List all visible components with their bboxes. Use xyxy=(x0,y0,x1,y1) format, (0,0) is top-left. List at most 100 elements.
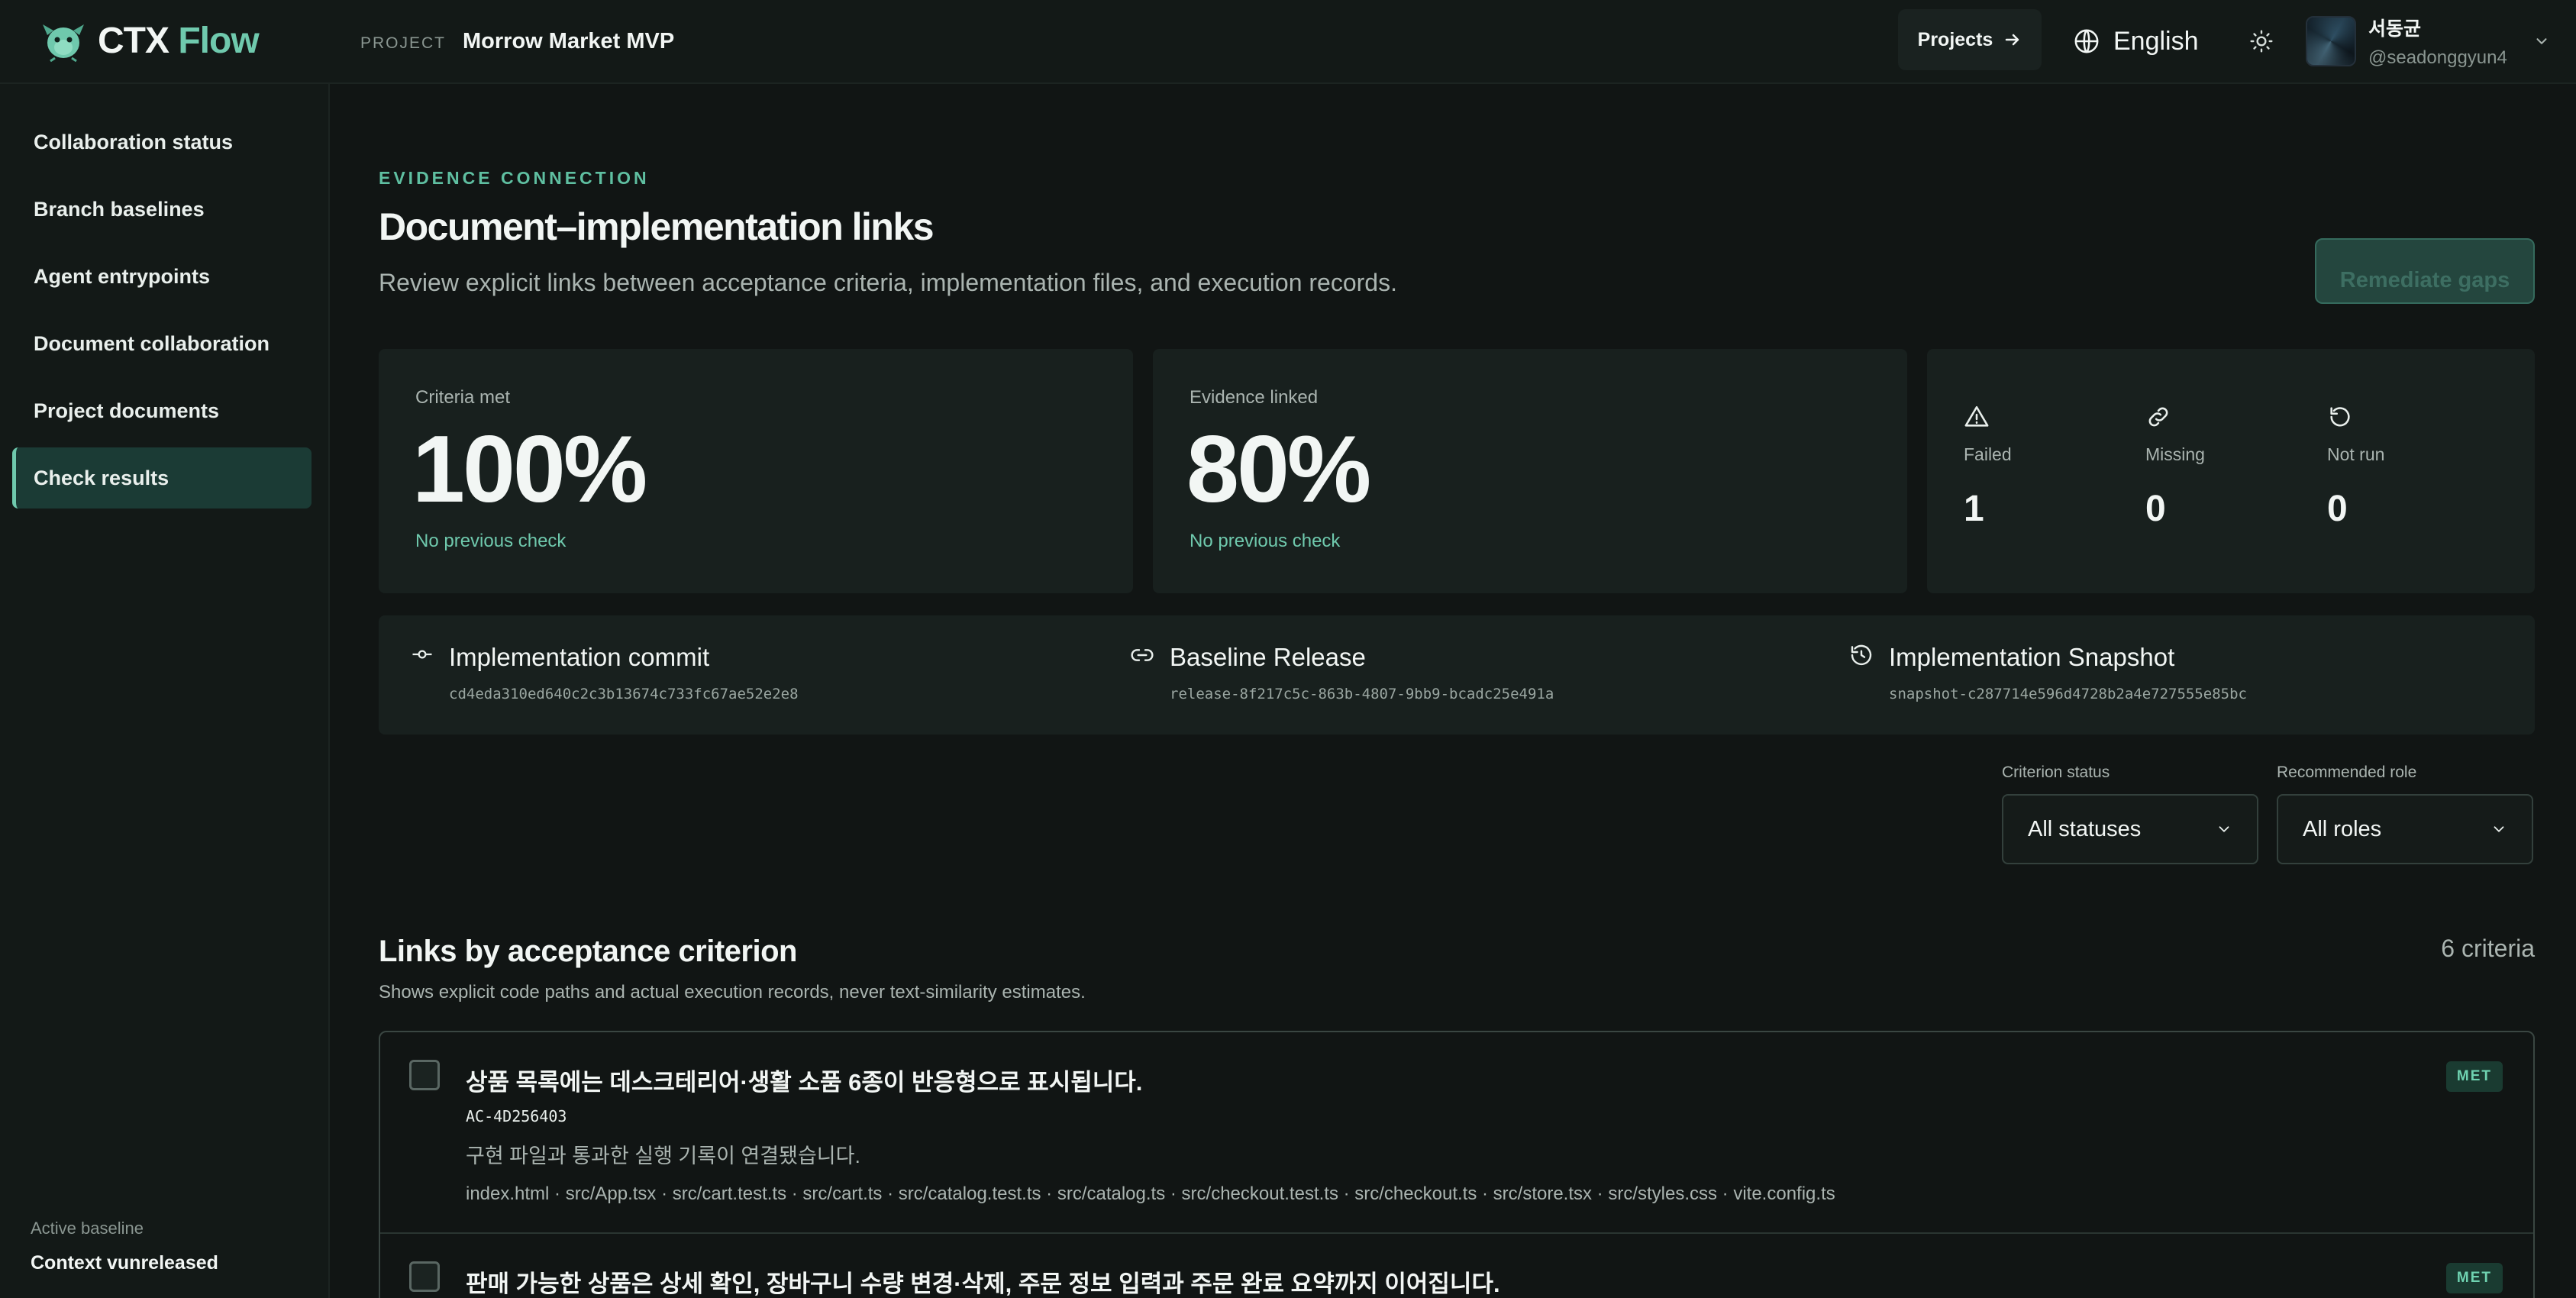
criterion-files: index.html · src/App.tsx · src/cart.test… xyxy=(466,1183,1835,1204)
criterion-id: AC-4D256403 xyxy=(466,1107,567,1125)
sun-icon xyxy=(2250,30,2273,53)
sidebar-item-label: Collaboration status xyxy=(34,130,234,153)
top-bar: CTX Flow PROJECT Morrow Market MVP Proje… xyxy=(0,0,2576,84)
warning-triangle-icon xyxy=(1964,405,1989,427)
active-baseline-label: Active baseline xyxy=(31,1219,144,1238)
check-counts-card: Failed 1 Missing 0 Not run 0 xyxy=(1927,349,2535,593)
sidebar-nav: Collaboration status Branch baselines Ag… xyxy=(12,111,312,515)
theme-toggle[interactable] xyxy=(2245,24,2278,58)
brand-logo[interactable]: CTX Flow xyxy=(40,18,260,63)
criterion-status-label: Criterion status xyxy=(2002,764,2110,781)
project-name: Morrow Market MVP xyxy=(463,29,675,53)
avatar xyxy=(2306,16,2356,66)
implementation-commit-title: Implementation commit xyxy=(449,643,710,671)
link-icon xyxy=(2148,407,2168,427)
remediate-gaps-button[interactable]: Remediate gaps xyxy=(2315,238,2535,304)
criteria-count: 6 criteria xyxy=(2441,935,2535,962)
commit-icon xyxy=(412,650,432,659)
language-label: English xyxy=(2113,26,2199,56)
sidebar-item-collaboration-status[interactable]: Collaboration status xyxy=(12,111,312,173)
active-baseline-value: Context vunreleased xyxy=(31,1252,218,1274)
status-badge: MET xyxy=(2445,1263,2503,1293)
section-kicker: EVIDENCE CONNECTION xyxy=(379,168,650,188)
sidebar-item-label: Check results xyxy=(34,466,169,489)
implementation-snapshot-ref: Implementation Snapshot snapshot-c287714… xyxy=(1849,643,2247,702)
language-selector[interactable]: English xyxy=(2074,20,2199,63)
link-icon xyxy=(1131,649,1154,661)
implementation-snapshot-title: Implementation Snapshot xyxy=(1889,643,2175,671)
user-handle: @seadonggyun4 xyxy=(2368,47,2507,68)
failed-stat: Failed 1 xyxy=(1964,404,2116,530)
sidebar-item-label: Branch baselines xyxy=(34,197,205,221)
not-run-value: 0 xyxy=(2327,489,2348,529)
recommended-role-value: All roles xyxy=(2303,816,2382,841)
not-run-label: Not run xyxy=(2327,444,2385,464)
user-name: 서동균 xyxy=(2368,18,2422,40)
sidebar-item-label: Project documents xyxy=(34,399,220,422)
sidebar-item-document-collaboration[interactable]: Document collaboration xyxy=(12,313,312,374)
criteria-list: 상품 목록에는 데스크테리어·생활 소품 6종이 반응형으로 표시됩니다. AC… xyxy=(379,1031,2535,1298)
criteria-met-card: Criteria met 100% No previous check xyxy=(379,349,1133,593)
list-item[interactable]: 판매 가능한 상품은 상세 확인, 장바구니 수량 변경·삭제, 주문 정보 입… xyxy=(380,1234,2533,1298)
page-description: Review explicit links between acceptance… xyxy=(379,269,1397,296)
sidebar-item-label: Document collaboration xyxy=(34,331,270,355)
brand-accent: Flow xyxy=(178,20,259,61)
project-kicker: PROJECT xyxy=(360,34,447,52)
criteria-met-value: 100% xyxy=(412,417,647,522)
criterion-status-value: All statuses xyxy=(2028,816,2142,841)
criteria-section-title: Links by acceptance criterion xyxy=(379,935,797,968)
criterion-status-select[interactable]: All statuses xyxy=(2002,794,2258,864)
not-run-stat: Not run 0 xyxy=(2327,404,2480,530)
criterion-title: 판매 가능한 상품은 상세 확인, 장바구니 수량 변경·삭제, 주문 정보 입… xyxy=(466,1271,1500,1297)
arrow-right-icon xyxy=(2006,34,2019,46)
row-checkbox[interactable] xyxy=(409,1060,440,1090)
main-content: EVIDENCE CONNECTION Document–implementat… xyxy=(331,86,2576,1298)
globe-icon xyxy=(2074,29,2099,53)
sidebar-item-label: Agent entrypoints xyxy=(34,264,211,288)
evidence-linked-label: Evidence linked xyxy=(1190,387,1319,408)
missing-value: 0 xyxy=(2145,489,2166,529)
sidebar-item-project-documents[interactable]: Project documents xyxy=(12,380,312,441)
criterion-description: 구현 파일과 통과한 실행 기록이 연결됐습니다. xyxy=(466,1145,860,1167)
recommended-role-select[interactable]: All roles xyxy=(2277,794,2533,864)
dragon-logo-icon xyxy=(43,24,84,63)
project-indicator: PROJECT Morrow Market MVP xyxy=(360,29,674,54)
implementation-commit-ref: Implementation commit cd4eda310ed640c2c3… xyxy=(411,643,799,702)
criteria-met-sub: No previous check xyxy=(415,531,567,551)
projects-button-label: Projects xyxy=(1917,28,1993,50)
sidebar-item-check-results[interactable]: Check results xyxy=(12,447,312,509)
evidence-linked-value: 80% xyxy=(1186,417,1371,522)
brand-name: CTX xyxy=(98,20,169,61)
failed-value: 1 xyxy=(1964,489,1984,529)
app-root: CTX Flow PROJECT Morrow Market MVP Proje… xyxy=(0,0,2576,1298)
implementation-snapshot-hash: snapshot-c287714e596d4728b2a4e727555e85b… xyxy=(1889,686,2247,702)
missing-label: Missing xyxy=(2145,444,2205,464)
user-menu[interactable]: 서동균 @seadonggyun4 xyxy=(2306,11,2550,72)
sidebar: Collaboration status Branch baselines Ag… xyxy=(0,84,330,1298)
active-baseline: Active baseline Context vunreleased xyxy=(31,1219,218,1274)
page-title: Document–implementation links xyxy=(379,205,935,248)
baseline-release-hash: release-8f217c5c-863b-4807-9bb9-bcadc25e… xyxy=(1170,686,1554,702)
projects-button[interactable]: Projects xyxy=(1898,9,2042,70)
row-checkbox[interactable] xyxy=(409,1261,440,1292)
history-icon xyxy=(1851,644,1872,666)
failed-label: Failed xyxy=(1964,444,2012,464)
sidebar-item-branch-baselines[interactable]: Branch baselines xyxy=(12,179,312,240)
chevron-down-icon xyxy=(2219,826,2229,832)
criteria-section-description: Shows explicit code paths and actual exe… xyxy=(379,982,1086,1003)
list-item[interactable]: 상품 목록에는 데스크테리어·생활 소품 6종이 반응형으로 표시됩니다. AC… xyxy=(380,1032,2533,1234)
baseline-release-title: Baseline Release xyxy=(1170,643,1366,671)
evidence-linked-sub: No previous check xyxy=(1190,531,1341,551)
criterion-title: 상품 목록에는 데스크테리어·생활 소품 6종이 반응형으로 표시됩니다. xyxy=(466,1069,1143,1096)
status-badge: MET xyxy=(2445,1061,2503,1092)
implementation-commit-hash: cd4eda310ed640c2c3b13674c733fc67ae52e2e8 xyxy=(449,686,799,702)
sidebar-item-agent-entrypoints[interactable]: Agent entrypoints xyxy=(12,246,312,307)
rotate-icon xyxy=(2330,407,2350,427)
evidence-linked-card: Evidence linked 80% No previous check xyxy=(1153,349,1907,593)
chevron-down-icon xyxy=(2536,38,2547,44)
recommended-role-filter: Recommended role All roles xyxy=(2277,764,2533,864)
missing-stat: Missing 0 xyxy=(2145,404,2298,530)
reference-strip: Implementation commit cd4eda310ed640c2c3… xyxy=(379,615,2535,735)
criteria-met-label: Criteria met xyxy=(415,387,511,408)
baseline-release-ref: Baseline Release release-8f217c5c-863b-4… xyxy=(1130,643,1554,702)
